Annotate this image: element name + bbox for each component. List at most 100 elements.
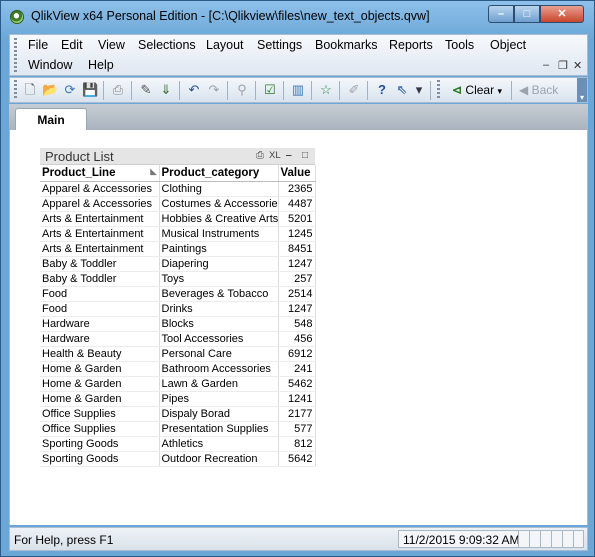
cell-value[interactable]: 8451: [278, 241, 316, 257]
table-row[interactable]: Sporting Goods Outdoor Recreation 5642: [40, 451, 316, 467]
cell-value[interactable]: 5462: [278, 376, 316, 392]
checkbox-icon[interactable]: ☑: [262, 82, 278, 98]
cell-value[interactable]: 2514: [278, 286, 316, 302]
cell-value[interactable]: 5201: [278, 211, 316, 227]
cell-product-line[interactable]: Sporting Goods: [40, 451, 160, 467]
toolbar-options-chevron-icon[interactable]: ▾: [414, 82, 424, 98]
table-row[interactable]: Baby & Toddler Toys 257: [40, 271, 316, 287]
table-row[interactable]: Apparel & Accessories Clothing 2365: [40, 181, 316, 197]
chart-icon[interactable]: ▥: [290, 82, 306, 98]
cell-product-line[interactable]: Office Supplies: [40, 421, 160, 437]
table-row[interactable]: Home & Garden Bathroom Accessories 241: [40, 361, 316, 377]
menu-help[interactable]: Help: [88, 58, 114, 72]
minimize-window-button[interactable]: –: [488, 5, 514, 23]
print-icon[interactable]: ⎙: [110, 82, 126, 98]
maximize-icon[interactable]: □: [302, 150, 308, 161]
tab-main[interactable]: Main: [15, 108, 87, 132]
cell-product-line[interactable]: Arts & Entertainment: [40, 211, 160, 227]
cell-product-line[interactable]: Sporting Goods: [40, 436, 160, 452]
cell-product-category[interactable]: Paintings: [159, 241, 279, 257]
cell-product-category[interactable]: Hobbies & Creative Arts: [159, 211, 279, 227]
back-button[interactable]: ◀ Back: [519, 81, 558, 100]
cell-product-category[interactable]: Clothing: [159, 181, 279, 197]
cell-value[interactable]: 5642: [278, 451, 316, 467]
cell-value[interactable]: 1241: [278, 391, 316, 407]
cell-value[interactable]: 1245: [278, 226, 316, 242]
cell-value[interactable]: 2177: [278, 406, 316, 422]
menu-reports[interactable]: Reports: [389, 38, 433, 52]
table-row[interactable]: Health & Beauty Personal Care 6912: [40, 346, 316, 362]
toolbar-overflow-chevron-icon[interactable]: ▾: [577, 78, 587, 102]
send-to-excel-icon[interactable]: XL: [269, 150, 281, 161]
minimize-icon[interactable]: ‒: [286, 150, 292, 161]
cell-product-category[interactable]: Beverages & Tobacco: [159, 286, 279, 302]
cell-value[interactable]: 577: [278, 421, 316, 437]
undo-icon[interactable]: ↶: [186, 82, 202, 98]
context-help-icon[interactable]: ⇖: [394, 82, 410, 98]
search-icon[interactable]: ⚲: [234, 82, 250, 98]
menu-settings[interactable]: Settings: [257, 38, 302, 52]
table-row[interactable]: Apparel & Accessories Costumes & Accessor…: [40, 196, 316, 212]
design-grid-icon[interactable]: ✐: [346, 82, 362, 98]
menu-bookmarks[interactable]: Bookmarks: [315, 38, 378, 52]
help-icon[interactable]: ?: [374, 82, 390, 98]
cell-product-line[interactable]: Office Supplies: [40, 406, 160, 422]
clear-button[interactable]: ⊲ Clear ▾: [452, 81, 502, 100]
cell-product-line[interactable]: Apparel & Accessories: [40, 181, 160, 197]
product-list-table-box[interactable]: Product List ⎙ XL ‒ □ Product_Line ◣ Pro…: [40, 148, 316, 467]
table-row[interactable]: Office Supplies Dispaly Borad 2177: [40, 406, 316, 422]
menu-object[interactable]: Object: [490, 38, 526, 52]
cell-product-category[interactable]: Personal Care: [159, 346, 279, 362]
cell-value[interactable]: 1247: [278, 256, 316, 272]
table-row[interactable]: Hardware Tool Accessories 456: [40, 331, 316, 347]
cell-product-category[interactable]: Musical Instruments: [159, 226, 279, 242]
open-folder-icon[interactable]: 📂: [42, 82, 58, 98]
cell-value[interactable]: 241: [278, 361, 316, 377]
table-box-caption[interactable]: Product List ⎙ XL ‒ □: [40, 148, 315, 165]
toolbar-grip-handle[interactable]: [437, 80, 440, 100]
reload-data-icon[interactable]: ⇓: [158, 82, 174, 98]
cell-product-line[interactable]: Home & Garden: [40, 376, 160, 392]
table-row[interactable]: Office Supplies Presentation Supplies 577: [40, 421, 316, 437]
table-row[interactable]: Home & Garden Lawn & Garden 5462: [40, 376, 316, 392]
cell-product-line[interactable]: Arts & Entertainment: [40, 241, 160, 257]
menu-selections[interactable]: Selections: [138, 38, 196, 52]
column-header-product-category[interactable]: Product_category: [159, 165, 279, 182]
cell-value[interactable]: 456: [278, 331, 316, 347]
document-restore-button[interactable]: ❐: [558, 59, 568, 72]
redo-icon[interactable]: ↷: [206, 82, 222, 98]
menu-window[interactable]: Window: [28, 58, 72, 72]
new-document-icon[interactable]: 🗋: [22, 82, 38, 98]
toolbar-grip-handle[interactable]: [14, 80, 17, 100]
cell-value[interactable]: 1247: [278, 301, 316, 317]
column-header-value[interactable]: Value: [278, 165, 316, 182]
table-row[interactable]: Arts & Entertainment Paintings 8451: [40, 241, 316, 257]
table-row[interactable]: Arts & Entertainment Hobbies & Creative A…: [40, 211, 316, 227]
menu-edit[interactable]: Edit: [61, 38, 83, 52]
cell-value[interactable]: 4487: [278, 196, 316, 212]
document-minimize-button[interactable]: –: [543, 59, 549, 71]
cell-product-line[interactable]: Arts & Entertainment: [40, 226, 160, 242]
cell-product-category[interactable]: Bathroom Accessories: [159, 361, 279, 377]
document-close-button[interactable]: ✕: [573, 59, 582, 72]
menu-tools[interactable]: Tools: [445, 38, 474, 52]
cell-product-category[interactable]: Costumes & Accessories: [159, 196, 279, 212]
cell-product-line[interactable]: Apparel & Accessories: [40, 196, 160, 212]
cell-product-line[interactable]: Baby & Toddler: [40, 271, 160, 287]
table-row[interactable]: Food Drinks 1247: [40, 301, 316, 317]
table-row[interactable]: Hardware Blocks 548: [40, 316, 316, 332]
table-row[interactable]: Sporting Goods Athletics 812: [40, 436, 316, 452]
cell-product-category[interactable]: Lawn & Garden: [159, 376, 279, 392]
table-row[interactable]: Food Beverages & Tobacco 2514: [40, 286, 316, 302]
cell-product-line[interactable]: Hardware: [40, 331, 160, 347]
cell-product-category[interactable]: Athletics: [159, 436, 279, 452]
cell-product-category[interactable]: Blocks: [159, 316, 279, 332]
cell-product-line[interactable]: Home & Garden: [40, 391, 160, 407]
cell-product-category[interactable]: Dispaly Borad: [159, 406, 279, 422]
menu-grip-handle[interactable]: [14, 38, 17, 72]
column-header-product-line[interactable]: Product_Line ◣: [40, 165, 160, 182]
cell-product-line[interactable]: Food: [40, 286, 160, 302]
cell-product-line[interactable]: Baby & Toddler: [40, 256, 160, 272]
table-row[interactable]: Home & Garden Pipes 1241: [40, 391, 316, 407]
menu-layout[interactable]: Layout: [206, 38, 244, 52]
